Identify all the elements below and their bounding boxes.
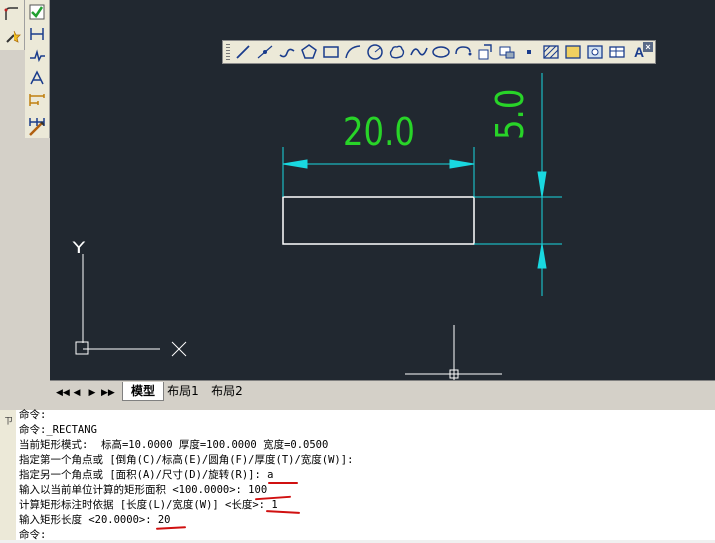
- gradient-icon[interactable]: [563, 43, 583, 61]
- command-line: 当前矩形模式: 标高=10.0000 厚度=100.0000 宽度=0.0500: [19, 439, 329, 451]
- tab-layout1[interactable]: 布局1: [163, 382, 203, 400]
- command-line: 命令:: [19, 409, 47, 421]
- last-tab-button[interactable]: ▶▶: [101, 385, 115, 399]
- tab-model[interactable]: 模型: [122, 382, 164, 401]
- explode-icon[interactable]: [2, 27, 22, 47]
- red-underline-a: [268, 482, 298, 484]
- line-icon[interactable]: [233, 43, 253, 61]
- close-icon[interactable]: ×: [643, 42, 653, 52]
- command-line: 指定第一个角点或 [倒角(C)/标高(E)/圆角(F)/厚度(T)/宽度(W)]…: [19, 454, 354, 466]
- next-tab-button[interactable]: ▶: [86, 385, 98, 399]
- construction-line-icon[interactable]: [255, 43, 275, 61]
- point-icon[interactable]: [519, 43, 539, 61]
- dim-edit-icon[interactable]: [27, 118, 47, 138]
- horizontal-dimension: [282, 147, 475, 197]
- spline-icon[interactable]: [409, 43, 429, 61]
- circle-icon[interactable]: [365, 43, 385, 61]
- modify-toolbar-fragment: [0, 0, 25, 50]
- command-line: 输入矩形长度 <20.0000>: 20: [19, 514, 171, 526]
- rectangle-icon[interactable]: [321, 43, 341, 61]
- polyline-icon[interactable]: [277, 43, 297, 61]
- drawing-canvas[interactable]: 20.0 5.0 Y A ×: [50, 0, 715, 380]
- ucs-y-label: Y: [72, 238, 86, 257]
- dim-linear-icon[interactable]: [27, 24, 47, 44]
- tab-layout2[interactable]: 布局2: [207, 382, 247, 400]
- red-underline-1: [265, 510, 301, 514]
- dim-check-icon[interactable]: [27, 2, 47, 22]
- red-underline-20: [155, 526, 187, 530]
- command-line: 计算矩形标注时依据 [长度(L)/宽度(W)] <长度>: 1: [19, 499, 278, 511]
- draw-toolbar[interactable]: A ×: [222, 40, 656, 64]
- insert-block-icon[interactable]: [475, 43, 495, 61]
- toolbar-grip[interactable]: [226, 44, 230, 60]
- ellipse-icon[interactable]: [431, 43, 451, 61]
- revision-cloud-icon[interactable]: [387, 43, 407, 61]
- table-icon[interactable]: [607, 43, 627, 61]
- drawn-rectangle: [282, 196, 475, 245]
- command-window[interactable]: ㄗ 命令: 命令:_RECTANG 当前矩形模式: 标高=10.0000 厚度=…: [0, 409, 715, 543]
- ucs-icon: [75, 254, 187, 357]
- dim-baseline-icon[interactable]: [27, 90, 47, 110]
- first-tab-button[interactable]: ◀◀: [56, 385, 70, 399]
- fillet-icon[interactable]: [2, 4, 22, 24]
- polygon-icon[interactable]: [299, 43, 319, 61]
- command-line: 指定另一个角点或 [面积(A)/尺寸(D)/旋转(R)]: a: [19, 469, 274, 481]
- height-dimension-text: 5.0: [488, 88, 532, 140]
- region-icon[interactable]: [585, 43, 605, 61]
- layout-tab-bar: ◀◀ ◀ ▶ ▶▶ 模型 布局1 布局2: [50, 380, 715, 403]
- width-dimension-text: 20.0: [343, 110, 415, 154]
- dim-jogged-icon[interactable]: [27, 46, 47, 66]
- command-prompt-input[interactable]: 命令:: [19, 528, 46, 543]
- make-block-icon[interactable]: [497, 43, 517, 61]
- previous-tab-button[interactable]: ◀: [71, 385, 83, 399]
- crosshair-cursor: [405, 325, 502, 380]
- command-line: 命令:_RECTANG: [19, 424, 97, 436]
- pin-icon[interactable]: ㄗ: [4, 414, 13, 427]
- dim-ordinate-icon[interactable]: [27, 68, 47, 88]
- command-window-gutter: ㄗ: [0, 410, 16, 540]
- arc-icon[interactable]: [343, 43, 363, 61]
- hatch-icon[interactable]: [541, 43, 561, 61]
- left-toolbar-area: [0, 0, 50, 410]
- ellipse-arc-icon[interactable]: [453, 43, 473, 61]
- command-line: 输入以当前单位计算的矩形面积 <100.0000>: 100: [19, 484, 268, 496]
